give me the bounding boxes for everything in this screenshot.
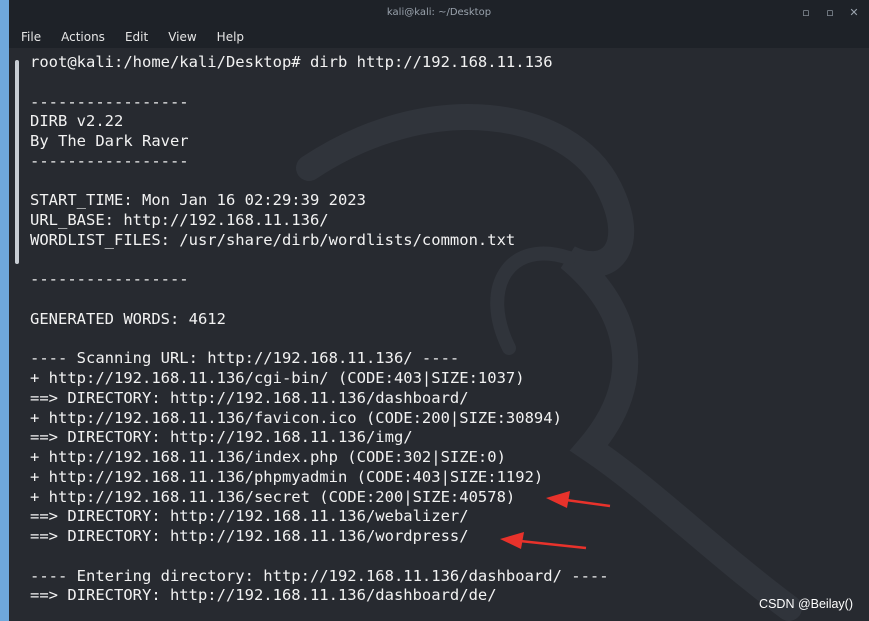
- window-title: kali@kali: ~/Desktop: [386, 7, 492, 18]
- terminal-line: + http://192.168.11.136/favicon.ico (COD…: [30, 408, 562, 427]
- terminal-line: By The Dark Raver: [30, 132, 189, 150]
- terminal-line: + http://192.168.11.136/secret (CODE:200…: [30, 487, 516, 506]
- terminal-line: ---- Scanning URL: http://192.168.11.136…: [30, 349, 460, 368]
- terminal-line: + http://192.168.11.136/index.php (CODE:…: [30, 448, 506, 466]
- close-icon[interactable]: ✕: [847, 0, 861, 26]
- terminal-line: ==> DIRECTORY: http://192.168.11.136/wor…: [30, 527, 469, 545]
- terminal-line: -----------------: [30, 270, 189, 289]
- terminal-line: URL_BASE: http://192.168.11.136/: [30, 211, 329, 229]
- menu-bar: File Actions Edit View Help: [9, 26, 869, 48]
- terminal-line: ---- Entering directory: http://192.168.…: [30, 566, 609, 585]
- terminal-line: ==> DIRECTORY: http://192.168.11.136/img…: [30, 428, 413, 447]
- terminal-window: kali@kali: ~/Desktop ▫ ▫ ✕ File Actions …: [9, 0, 869, 621]
- terminal-line: -----------------: [30, 92, 189, 111]
- maximize-icon[interactable]: ▫: [823, 0, 837, 26]
- minimize-icon[interactable]: ▫: [799, 0, 813, 26]
- terminal-line: root@kali:/home/kali/Desktop# dirb http:…: [30, 53, 553, 71]
- terminal-line: ==> DIRECTORY: http://192.168.11.136/web…: [30, 507, 469, 526]
- terminal-line: WORDLIST_FILES: /usr/share/dirb/wordlist…: [30, 230, 516, 249]
- terminal-lines: root@kali:/home/kali/Desktop# dirb http:…: [30, 53, 609, 606]
- terminal-line: + http://192.168.11.136/cgi-bin/ (CODE:4…: [30, 369, 525, 387]
- watermark-text: CSDN @Beilay(): [759, 597, 853, 611]
- terminal-line: DIRB v2.22: [30, 112, 124, 131]
- menu-help[interactable]: Help: [205, 30, 252, 44]
- menu-view[interactable]: View: [156, 30, 204, 44]
- terminal-line: ==> DIRECTORY: http://192.168.11.136/das…: [30, 586, 497, 605]
- terminal-output-area[interactable]: root@kali:/home/kali/Desktop# dirb http:…: [9, 48, 869, 621]
- terminal-line: + http://192.168.11.136/phpmyadmin (CODE…: [30, 467, 544, 486]
- terminal-line: GENERATED WORDS: 4612: [30, 309, 226, 328]
- menu-actions[interactable]: Actions: [49, 30, 113, 44]
- menu-file[interactable]: File: [9, 30, 49, 44]
- terminal-line: -----------------: [30, 151, 189, 170]
- menu-edit[interactable]: Edit: [113, 30, 156, 44]
- terminal-line: ==> DIRECTORY: http://192.168.11.136/das…: [30, 388, 469, 407]
- terminal-line: START_TIME: Mon Jan 16 02:29:39 2023: [30, 191, 366, 210]
- title-bar[interactable]: kali@kali: ~/Desktop ▫ ▫ ✕: [9, 0, 869, 26]
- scrollbar-thumb[interactable]: [15, 60, 19, 264]
